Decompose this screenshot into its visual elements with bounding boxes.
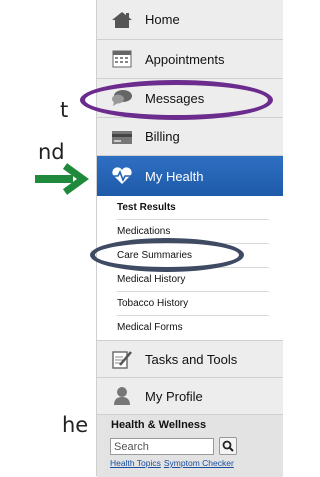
health-search-input[interactable] xyxy=(110,438,214,455)
sidebar-item-my-health[interactable]: My Health xyxy=(97,156,283,196)
sidebar-item-label: My Profile xyxy=(145,388,203,404)
link-symptom-checker[interactable]: Symptom Checker xyxy=(164,458,234,468)
sidebar-item-label: My Health xyxy=(145,168,204,184)
clipboard-pencil-icon xyxy=(111,350,133,369)
page-text-fragment: he xyxy=(62,413,89,437)
sidebar-item-appointments[interactable]: Appointments xyxy=(97,40,283,79)
health-wellness-panel: Health & Wellness Health TopicsSymptom C… xyxy=(97,414,283,477)
page-text-fragment: t xyxy=(60,98,69,122)
sidebar-item-label: Appointments xyxy=(145,51,225,67)
sidebar-item-home[interactable]: Home xyxy=(97,0,283,40)
home-icon xyxy=(111,11,133,29)
sidebar-nav: Home Appointments Messages Billing My He… xyxy=(96,0,283,477)
submenu-item-tobacco-history[interactable]: Tobacco History xyxy=(117,292,269,316)
submenu-item-test-results[interactable]: Test Results xyxy=(117,196,269,220)
health-links: Health Topics Symptom Checker xyxy=(110,458,237,468)
page-text-fragment: nd xyxy=(38,140,65,164)
search-icon xyxy=(222,440,234,452)
search-button[interactable] xyxy=(219,437,237,455)
submenu-item-medical-history[interactable]: Medical History xyxy=(117,268,269,292)
link-health-topics[interactable]: Health Topics xyxy=(110,458,161,468)
heart-pulse-icon xyxy=(111,167,133,185)
sidebar-item-my-profile[interactable]: My Profile xyxy=(97,378,283,414)
sidebar-item-label: Tasks and Tools xyxy=(145,351,238,367)
sidebar-item-label: Billing xyxy=(145,129,180,144)
sidebar-item-billing[interactable]: Billing xyxy=(97,118,283,156)
submenu-item-medical-forms[interactable]: Medical Forms xyxy=(117,316,269,340)
sidebar-item-label: Home xyxy=(145,12,180,27)
billing-card-icon xyxy=(111,128,133,146)
speech-bubble-icon xyxy=(111,89,133,107)
submenu-item-medications[interactable]: Medications xyxy=(117,220,269,244)
person-icon xyxy=(111,387,133,405)
health-submenu: Test Results Medications Care Summaries … xyxy=(97,196,283,340)
sidebar-item-tasks-and-tools[interactable]: Tasks and Tools xyxy=(97,340,283,378)
green-arrow-icon xyxy=(35,163,89,195)
sidebar-item-label: Messages xyxy=(145,90,205,106)
sidebar-item-messages[interactable]: Messages xyxy=(97,79,283,118)
health-wellness-title: Health & Wellness xyxy=(111,419,207,431)
submenu-item-care-summaries[interactable]: Care Summaries xyxy=(117,244,269,268)
calendar-icon xyxy=(111,50,133,68)
